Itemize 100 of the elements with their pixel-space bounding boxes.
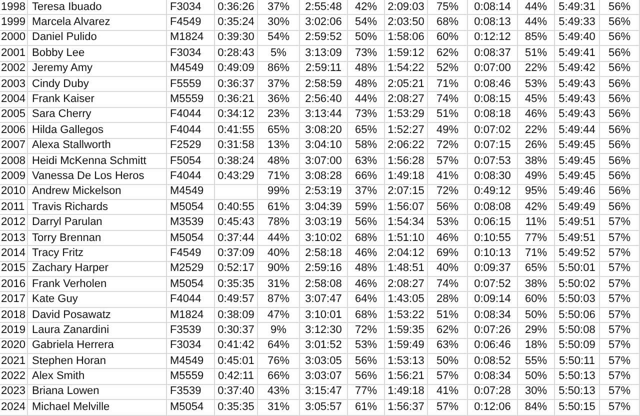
table-cell: 1:52:27: [385, 123, 428, 139]
table-cell: 0:10:55: [468, 230, 518, 246]
table-cell: 41%: [428, 169, 468, 185]
table-cell: 60%: [428, 30, 468, 46]
table-cell: Bobby Lee: [28, 46, 167, 62]
table-cell: 77%: [518, 230, 555, 246]
table-cell: 95%: [518, 184, 555, 200]
table-cell: 3:03:07: [300, 369, 348, 385]
table-cell: 57%: [428, 369, 468, 385]
table-cell: David Posawatz: [28, 308, 167, 324]
table-cell: 68%: [348, 230, 385, 246]
table-cell: 86%: [258, 62, 300, 77]
table-cell: 56%: [600, 138, 640, 154]
table-cell: 44%: [518, 0, 555, 16]
table-cell: 0:52:17: [215, 262, 258, 278]
table-cell: 62%: [428, 46, 468, 62]
table-cell: 5:49:33: [555, 15, 600, 31]
table-cell: Daniel Pulido: [28, 30, 167, 46]
table-cell: 56%: [600, 15, 640, 31]
table-cell: 5:50:13: [555, 384, 600, 400]
table-cell: 1998: [0, 0, 28, 16]
table-cell: 0:49:57: [215, 292, 258, 308]
table-cell: 5:50:01: [555, 262, 600, 278]
table-cell: 0:08:08: [468, 200, 518, 216]
table-cell: 2023: [0, 384, 28, 400]
table-cell: 18%: [518, 338, 555, 354]
table-cell: F2529: [167, 138, 215, 154]
table-cell: 22%: [518, 62, 555, 77]
table-cell: 3:07:47: [300, 292, 348, 308]
table-cell: 31%: [258, 277, 300, 292]
table-cell: 30%: [518, 384, 555, 400]
table-cell: Michael Melville: [28, 400, 167, 416]
table-cell: 2010: [0, 184, 28, 200]
table-cell: Torry Brennan: [28, 230, 167, 246]
table-cell: 60%: [518, 292, 555, 308]
table-cell: 40%: [428, 262, 468, 278]
table-cell: 1:56:21: [385, 369, 428, 385]
table-cell: 71%: [258, 169, 300, 185]
table-cell: 23%: [258, 108, 300, 124]
table-cell: Heidi McKenna Schmitt: [28, 154, 167, 170]
table-cell: 5:50:03: [555, 292, 600, 308]
table-cell: M5559: [167, 369, 215, 385]
table-cell: 48%: [348, 62, 385, 77]
table-cell: 2:59:11: [300, 62, 348, 77]
table-cell: 3:02:06: [300, 15, 348, 31]
table-cell: 0:49:09: [215, 62, 258, 77]
table-cell: 57%: [600, 246, 640, 262]
table-cell: 5:49:49: [555, 200, 600, 216]
table-cell: 2:08:27: [385, 92, 428, 108]
table-cell: 49%: [428, 123, 468, 139]
table-cell: 2:08:27: [385, 277, 428, 292]
table-cell: 62%: [428, 323, 468, 339]
table-cell: 22%: [518, 123, 555, 139]
table-cell: M1824: [167, 30, 215, 46]
table-cell: 45%: [518, 92, 555, 108]
table-cell: F4044: [167, 108, 215, 124]
table-cell: 66%: [258, 369, 300, 385]
table-cell: 57%: [600, 400, 640, 416]
table-cell: F3034: [167, 46, 215, 62]
table-cell: 1:54:34: [385, 215, 428, 231]
table-cell: 2:58:18: [300, 246, 348, 262]
table-cell: 2012: [0, 215, 28, 231]
table-cell: 36%: [258, 92, 300, 108]
table-cell: M4549: [167, 354, 215, 370]
table-cell: 57%: [600, 384, 640, 400]
table-cell: 3:15:47: [300, 384, 348, 400]
table-cell: 2001: [0, 46, 28, 62]
table-cell: 50%: [348, 30, 385, 46]
table-cell: 50%: [518, 308, 555, 324]
table-cell: 3:10:02: [300, 230, 348, 246]
table-cell: 0:08:52: [468, 354, 518, 370]
table-cell: 5:50:06: [555, 308, 600, 324]
table-cell: 0:09:37: [468, 262, 518, 278]
table-cell: 5:49:45: [555, 138, 600, 154]
table-cell: 78%: [258, 215, 300, 231]
table-cell: 2:07:15: [385, 184, 428, 200]
table-cell: 3:03:05: [300, 354, 348, 370]
table-cell: 65%: [518, 262, 555, 278]
table-cell: 57%: [600, 323, 640, 339]
table-cell: 1:43:05: [385, 292, 428, 308]
table-cell: 63%: [428, 338, 468, 354]
table-cell: 1:53:22: [385, 308, 428, 324]
table-cell: 0:39:30: [215, 30, 258, 46]
table-cell: 0:08:37: [468, 46, 518, 62]
table-cell: 53%: [518, 76, 555, 92]
table-cell: 3:05:57: [300, 400, 348, 416]
table-cell: 50%: [428, 354, 468, 370]
table-cell: 3:01:52: [300, 338, 348, 354]
table-cell: 53%: [428, 215, 468, 231]
table-cell: Alexa Stallworth: [28, 138, 167, 154]
table-cell: Vanessa De Los Heros: [28, 169, 167, 185]
table-cell: M5054: [167, 277, 215, 292]
table-cell: 2014: [0, 246, 28, 262]
table-cell: 57%: [600, 369, 640, 385]
table-cell: 0:06:46: [468, 338, 518, 354]
table-cell: 0:07:26: [468, 323, 518, 339]
table-cell: 2:06:22: [385, 138, 428, 154]
table-cell: 3:12:30: [300, 323, 348, 339]
table-cell: 61%: [258, 200, 300, 216]
table-cell: 0:08:34: [468, 308, 518, 324]
